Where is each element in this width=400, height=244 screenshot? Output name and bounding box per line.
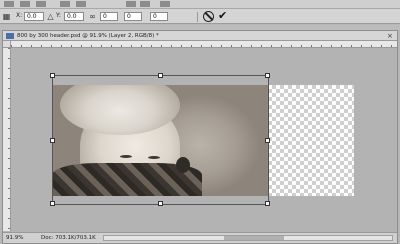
x-label: X:: [16, 12, 23, 19]
zoom-level[interactable]: 91.9%: [6, 235, 23, 241]
transform-handle-left[interactable]: [50, 138, 55, 143]
close-icon[interactable]: ×: [387, 32, 393, 40]
commit-transform-icon[interactable]: ✔: [218, 9, 227, 22]
horizontal-scrollbar[interactable]: [103, 235, 393, 241]
divider: [197, 12, 198, 22]
document-tab-bar: 800 by 300 header.psd @ 91.9% (Layer 2, …: [3, 31, 397, 41]
menu-item[interactable]: [36, 1, 46, 7]
vertical-ruler[interactable]: [3, 48, 11, 231]
transform-handle-top-left[interactable]: [50, 73, 55, 78]
psd-file-icon: [6, 33, 14, 39]
menu-item[interactable]: [20, 1, 30, 7]
status-bar: 91.9% Doc: 703.1K/703.1K: [3, 232, 397, 243]
height-field[interactable]: 0: [124, 12, 142, 21]
transform-handle-top[interactable]: [158, 73, 163, 78]
document-title[interactable]: 800 by 300 header.psd @ 91.9% (Layer 2, …: [17, 32, 159, 40]
ruler-origin[interactable]: [3, 41, 11, 48]
scrollbar-thumb[interactable]: [224, 236, 284, 240]
link-icon[interactable]: ∞: [88, 12, 97, 21]
transform-handle-bottom-right[interactable]: [265, 201, 270, 206]
menu-item[interactable]: [140, 1, 150, 7]
y-field[interactable]: 0.0: [64, 12, 84, 21]
transform-bounding-box[interactable]: [50, 73, 270, 206]
cancel-transform-icon[interactable]: [203, 11, 214, 22]
options-bar: ▦ X: 0.0 △ Y: 0.0 ∞ 0 0 0: [0, 9, 400, 24]
menu-item[interactable]: [76, 1, 86, 7]
canvas-area[interactable]: [12, 49, 397, 231]
y-label: Y:: [56, 12, 61, 19]
photoshop-window: ▦ X: 0.0 △ Y: 0.0 ∞ 0 0 0 ✔ 800 by 300 h…: [0, 0, 400, 244]
menu-item[interactable]: [160, 1, 170, 7]
horizontal-ruler[interactable]: [11, 41, 397, 48]
reference-point-icon[interactable]: ▦: [2, 12, 11, 21]
transparent-area[interactable]: [268, 85, 354, 196]
menu-item[interactable]: [126, 1, 136, 7]
document-window: 800 by 300 header.psd @ 91.9% (Layer 2, …: [2, 30, 398, 244]
x-field[interactable]: 0.0: [24, 12, 44, 21]
menu-bar: [0, 0, 400, 9]
angle-field[interactable]: 0: [150, 12, 168, 21]
menu-item[interactable]: [60, 1, 70, 7]
transform-handle-right[interactable]: [265, 138, 270, 143]
document-size[interactable]: Doc: 703.1K/703.1K: [41, 235, 96, 241]
transform-handle-bottom[interactable]: [158, 201, 163, 206]
transform-handle-top-right[interactable]: [265, 73, 270, 78]
width-field[interactable]: 0: [100, 12, 118, 21]
menu-item[interactable]: [4, 1, 14, 7]
transform-handle-bottom-left[interactable]: [50, 201, 55, 206]
delta-icon[interactable]: △: [46, 12, 55, 21]
